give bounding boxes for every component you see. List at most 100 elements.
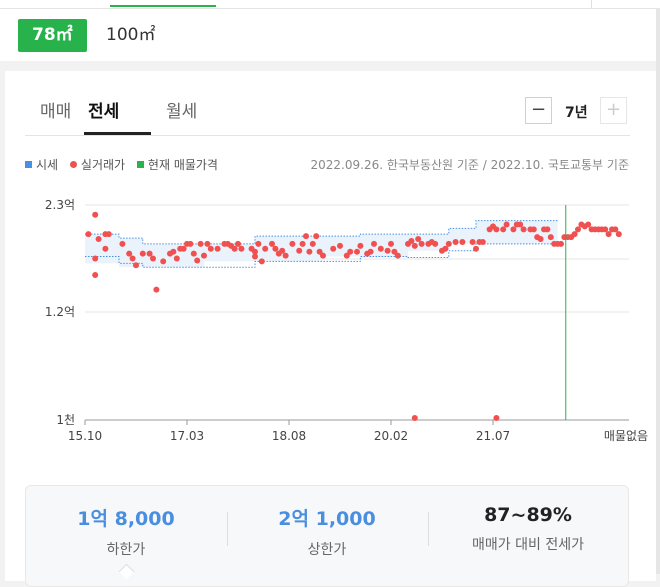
transaction-point [575,226,581,233]
y-tick-label: 2.3억 [45,198,75,212]
transaction-point [282,252,289,259]
transaction-point [289,240,296,247]
transaction-point [442,245,449,252]
transaction-point [510,226,517,233]
transaction-point [337,242,343,249]
transaction-point [180,245,187,252]
transaction-point [85,231,92,238]
transaction-point [187,240,194,247]
transaction-point [571,231,578,238]
active-nav-indicator [110,5,216,7]
summary-caret-icon [118,563,135,580]
transaction-point [418,240,425,247]
transaction-point [377,245,384,252]
transaction-point [126,250,133,257]
x-end-label: 매물없음 [604,429,648,443]
transaction-point [520,226,527,233]
transaction-point [493,415,500,422]
size-option-100[interactable]: 100㎡ [92,19,169,52]
low-price-value: 1억 8,000 [77,508,175,530]
transaction-point [207,245,214,252]
transaction-point [92,272,99,279]
summary-low: 1억 8,000 하한가 [26,504,226,559]
ratio-value: 87~89% [484,504,572,526]
y-tick-label: 1.2억 [45,305,75,319]
transaction-point [354,248,360,255]
nav-divider [591,0,592,8]
transaction-point [530,226,537,233]
transaction-point [347,248,354,255]
transaction-point [194,257,201,264]
transaction-point [102,245,109,252]
transaction-point [371,240,377,247]
transaction-point [173,255,180,262]
transaction-point [357,242,364,249]
price-chart: 15.10 17.03 18.08 20.02 21.07 매물없음 2.3억 1.2억 1천 [45,198,648,443]
transaction-point [384,247,391,254]
transaction-point [204,240,211,247]
transaction-point [269,240,275,247]
x-tick-label: 15.10 [68,429,102,443]
transaction-point [411,242,418,249]
transaction-point [309,240,316,247]
transaction-point [258,258,265,265]
size-option-78[interactable]: 78㎡ [18,19,87,52]
transaction-point [197,240,204,247]
transaction-point [238,245,245,252]
transaction-point [537,236,544,243]
transaction-point [252,248,258,255]
x-tick-label: 21.07 [476,429,510,443]
transaction-point [299,240,306,247]
transaction-point [95,236,102,243]
transaction-point [452,238,459,245]
transaction-point [547,234,554,241]
transaction-point [602,226,609,233]
transaction-point [330,245,337,252]
transaction-point [320,252,326,259]
transaction-point [279,247,286,254]
transaction-point [133,262,139,269]
transaction-point [503,221,510,228]
transaction-point [129,255,136,262]
transaction-point [201,252,207,259]
transaction-point [214,245,221,252]
transaction-point [469,238,476,245]
transaction-point [160,258,167,265]
transaction-point [459,238,466,245]
transaction-point [119,240,126,247]
transaction-point [231,245,238,252]
market-price-band [85,220,558,268]
transaction-point [105,231,112,238]
x-tick-label: 17.03 [170,429,204,443]
x-tick-label: 18.08 [272,429,306,443]
transaction-point [394,252,401,259]
transaction-point [92,211,99,218]
x-tick-label: 20.02 [374,429,408,443]
high-price-label: 상한가 [307,542,347,558]
transaction-point [139,250,146,257]
transaction-point [432,240,439,247]
transaction-point [517,221,524,228]
transaction-point [408,237,415,244]
transaction-point [415,236,422,243]
y-tick-label: 1천 [56,412,75,427]
transaction-point [445,240,452,247]
transaction-point [411,415,418,422]
price-summary: 1억 8,000 하한가 2억 1,000 상한가 87~89% 매매가 대비 … [25,485,629,587]
transaction-point [170,248,177,255]
transaction-point [558,240,564,247]
right-edge-panel [656,9,660,574]
price-chart-card: 매매 전세 월세 − 7년 + 시세 실거래가 현재 매물가격 2022.09.… [5,71,656,587]
high-price-value: 2억 1,000 [278,508,376,530]
transaction-point [153,286,160,293]
transaction-point [146,250,153,257]
transaction-point [262,245,269,252]
transaction-point [615,231,622,238]
transaction-point [585,221,592,228]
transaction-point [493,226,500,233]
transaction-point [500,226,507,233]
transaction-point [473,245,479,252]
transaction-point [367,248,374,255]
low-price-label: 하한가 [106,542,146,558]
size-selector: 78㎡ 100㎡ [0,9,660,61]
